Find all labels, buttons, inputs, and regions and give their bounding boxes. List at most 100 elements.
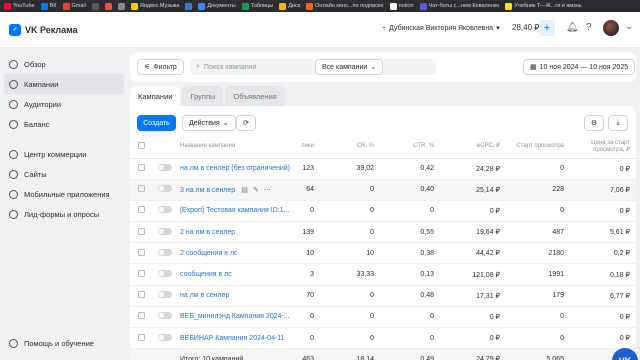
sidebar-item-mobile-apps[interactable]: Мобильные приложения	[0, 184, 128, 204]
row-checkbox-cell[interactable]	[130, 285, 152, 307]
sidebar-item-commerce[interactable]: Центр коммерции	[0, 144, 128, 164]
stats-icon[interactable]: ▤	[241, 186, 248, 194]
bookmark-item[interactable]	[185, 2, 193, 10]
create-button[interactable]: Создать	[137, 115, 176, 131]
campaign-status-toggle[interactable]	[158, 206, 172, 214]
campaign-name-link[interactable]: на лм в сенлер (без ограничений)	[180, 165, 290, 172]
sidebar-item-lead-forms[interactable]: Лид-формы и опросы	[0, 204, 128, 224]
row-checkbox[interactable]	[137, 333, 145, 341]
column-header-clicks[interactable]: лики	[290, 136, 320, 159]
sidebar-item-sites[interactable]: Сайты	[0, 164, 128, 184]
row-checkbox[interactable]	[137, 164, 145, 172]
row-toggle-cell[interactable]	[152, 221, 178, 244]
campaign-name-cell[interactable]: сообщения в лс	[178, 263, 290, 286]
row-toggle-cell[interactable]	[152, 242, 178, 265]
campaign-name-cell[interactable]: 2 сообщения в лс	[178, 242, 290, 265]
campaign-name-link[interactable]: сообщения в лс	[180, 271, 232, 278]
row-checkbox-cell[interactable]	[130, 179, 152, 201]
campaign-name-link[interactable]: на лм в сенлер	[180, 292, 229, 299]
tab-0[interactable]: Кампании	[130, 86, 181, 106]
campaign-status-toggle[interactable]	[158, 164, 172, 172]
campaign-name-link[interactable]: ВЕБИНАР Кампания 2024-04-11	[180, 335, 285, 342]
campaign-status-toggle[interactable]	[158, 227, 172, 235]
top-up-button[interactable]: +	[539, 20, 555, 36]
row-toggle-cell[interactable]	[152, 179, 178, 201]
select-all-checkbox[interactable]	[137, 141, 145, 149]
bookmark-item[interactable]	[104, 2, 112, 10]
balance-value[interactable]: 28,40 ₽	[512, 23, 539, 32]
row-checkbox[interactable]	[137, 185, 145, 193]
bookmark-item[interactable]: Документы	[198, 2, 236, 10]
bell-icon[interactable]: 🔔︎	[566, 22, 579, 33]
help-icon[interactable]: ?	[586, 22, 592, 33]
bookmark-item[interactable]	[117, 2, 125, 10]
row-checkbox[interactable]	[137, 291, 145, 299]
row-checkbox-cell[interactable]	[130, 242, 152, 265]
campaign-status-toggle[interactable]	[158, 333, 172, 341]
row-checkbox-cell[interactable]	[130, 263, 152, 286]
column-header-ecpc[interactable]: eCPC, ₽	[440, 136, 506, 159]
row-toggle-cell[interactable]	[152, 158, 178, 180]
campaign-name-link[interactable]: [Export] Тестовая кампания ID:1...	[180, 207, 289, 214]
actions-dropdown[interactable]: Действия ⌄	[182, 115, 236, 131]
campaign-name-link[interactable]: 2 сообщения в лс	[180, 250, 238, 257]
campaign-status-toggle[interactable]	[158, 248, 172, 256]
refresh-button[interactable]: ⟳	[236, 115, 256, 131]
row-checkbox-cell[interactable]	[130, 200, 152, 223]
row-toggle-cell[interactable]	[152, 200, 178, 223]
campaign-name-cell[interactable]: 2 на лм в сенлер	[178, 221, 290, 244]
campaign-name-cell[interactable]: [Export] Тестовая кампания ID:1...	[178, 200, 290, 223]
campaign-name-cell[interactable]: 3 на лм в сенлер ▤ ✎ ⋯	[178, 179, 290, 201]
campaign-status-toggle[interactable]	[158, 312, 172, 320]
campaign-name-link[interactable]: 3 на лм в сенлер	[180, 187, 235, 194]
edit-icon[interactable]: ✎	[253, 186, 259, 194]
vk-ads-logo[interactable]: ✓ VK Реклама	[9, 23, 78, 36]
column-header-start-price[interactable]: Цена за старт просмотра, ₽	[570, 136, 636, 159]
table-row[interactable]: 3 на лм в сенлер ▤ ✎ ⋯ 64 0 0,40 25,14 ₽228 7,06…	[130, 179, 636, 201]
date-range-picker[interactable]: ▦ 10 ноя 2024 — 10 ноя 2025	[523, 59, 636, 75]
row-checkbox[interactable]	[137, 206, 145, 214]
table-row[interactable]: 2 на лм в сенлер 139 0 0,55 19,64 ₽487 5,61 ₽	[130, 221, 636, 244]
search-box[interactable]: ⌕	[190, 59, 436, 75]
tab-2[interactable]: Объявления	[225, 86, 285, 106]
campaign-scope-select[interactable]: Все кампании ⌄	[315, 59, 384, 75]
bookmark-item[interactable]: Онлайн кино...по подписке	[306, 2, 384, 10]
row-checkbox-cell[interactable]	[130, 327, 152, 350]
sidebar-item-balance[interactable]: Баланс	[0, 114, 128, 134]
bookmark-item[interactable]: Таблицы	[241, 2, 273, 10]
row-checkbox-cell[interactable]	[130, 221, 152, 244]
campaign-status-toggle[interactable]	[158, 270, 172, 278]
chevron-down-icon[interactable]: ⌄	[625, 21, 633, 32]
bookmark-item[interactable]: Gmail	[62, 2, 86, 10]
row-checkbox[interactable]	[137, 227, 145, 235]
table-row[interactable]: на лм в сенлер 70 0 0,48 17,31 ₽179 6,77 ₽	[130, 285, 636, 307]
row-checkbox-cell[interactable]	[130, 306, 152, 329]
sidebar-item-overview[interactable]: Обзор	[0, 54, 128, 74]
filter-button[interactable]: ⚟ Фильтр	[137, 59, 184, 75]
table-row[interactable]: на лм в сенлер (без ограничений) 123 39,02…	[130, 158, 636, 180]
bookmark-item[interactable]: Чат-боты с...нем Коваленко	[419, 2, 499, 10]
table-row[interactable]: сообщения в лс 3 33,33 0,13 121,08 ₽1991 0,18…	[130, 263, 636, 286]
row-toggle-cell[interactable]	[152, 327, 178, 350]
table-row[interactable]: ВЕБИНАР Кампания 2024-04-11 0 0 0 0 ₽0 0 ₽	[130, 327, 636, 350]
bookmark-item[interactable]: YouTube	[4, 2, 35, 10]
campaign-status-toggle[interactable]	[158, 291, 172, 299]
avatar[interactable]	[603, 20, 619, 36]
bookmark-item[interactable]: notion	[389, 2, 414, 10]
account-switcher[interactable]: + Дубинская Виктория Яковлевна ▾	[382, 24, 500, 33]
table-row[interactable]: ВЕБ_минилэнд Кампания 2024-... 0 0 0 0 ₽0 0 ₽	[130, 306, 636, 329]
help-and-learning-link[interactable]: Помощь и обучение	[9, 339, 94, 348]
column-header-cr[interactable]: CR, %	[320, 136, 380, 159]
row-toggle-cell[interactable]	[152, 306, 178, 329]
campaign-name-cell[interactable]: на лм в сенлер	[178, 285, 290, 307]
column-header-starts[interactable]: Старт просмотра	[506, 136, 570, 159]
row-checkbox[interactable]	[137, 248, 145, 256]
sidebar-item-campaigns[interactable]: Кампании	[4, 74, 124, 94]
row-toggle-cell[interactable]	[152, 263, 178, 286]
settings-button[interactable]: ⚙	[584, 115, 604, 131]
tab-1[interactable]: Группы	[182, 86, 224, 106]
select-all-checkbox-cell[interactable]	[130, 136, 152, 159]
campaign-name-cell[interactable]: ВЕБ_минилэнд Кампания 2024-...	[178, 306, 290, 329]
campaign-status-toggle[interactable]	[158, 185, 172, 193]
more-icon[interactable]: ⋯	[264, 186, 271, 194]
